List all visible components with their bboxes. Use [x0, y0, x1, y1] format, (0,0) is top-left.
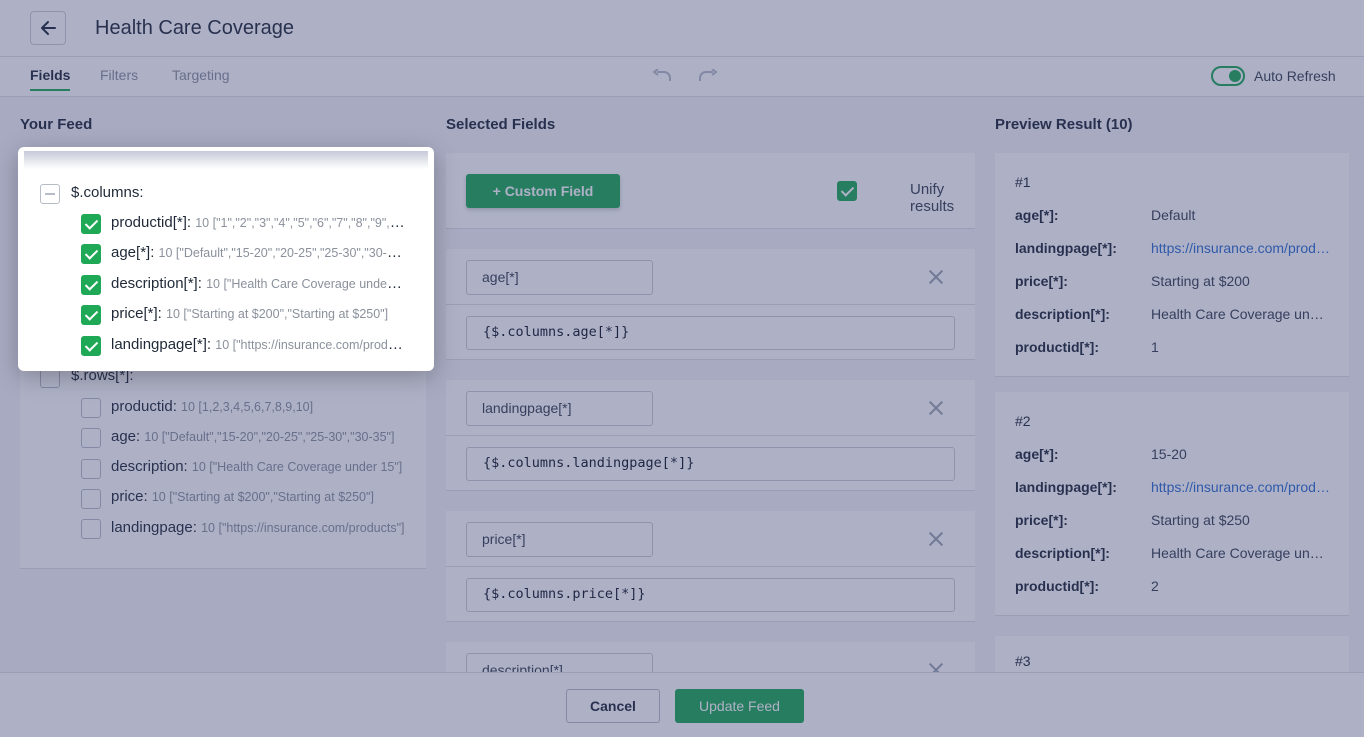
columns-group-label: $.columns: — [71, 184, 144, 201]
column-age-checkbox[interactable] — [81, 244, 101, 264]
column-description-checkbox[interactable] — [81, 275, 101, 295]
columns-popup: $.columns: productid[*]: 10 ["1","2","3"… — [18, 147, 434, 371]
popup-fade — [24, 151, 428, 169]
column-productid: productid[*]: 10 ["1","2","3","4","5","6… — [111, 214, 405, 231]
column-landingpage-checkbox[interactable] — [81, 336, 101, 356]
app-root: Health Care Coverage Fields Filters Targ… — [0, 0, 1364, 737]
column-productid-checkbox[interactable] — [81, 214, 101, 234]
column-price: price[*]: 10 ["Starting at $200","Starti… — [111, 305, 389, 322]
columns-group-checkbox[interactable] — [40, 184, 60, 204]
column-description: description[*]: 10 ["Health Care Coverag… — [111, 275, 405, 292]
column-price-checkbox[interactable] — [81, 305, 101, 325]
column-age: age[*]: 10 ["Default","15-20","20-25","2… — [111, 244, 405, 261]
column-landingpage: landingpage[*]: 10 ["https://insurance.c… — [111, 336, 405, 353]
